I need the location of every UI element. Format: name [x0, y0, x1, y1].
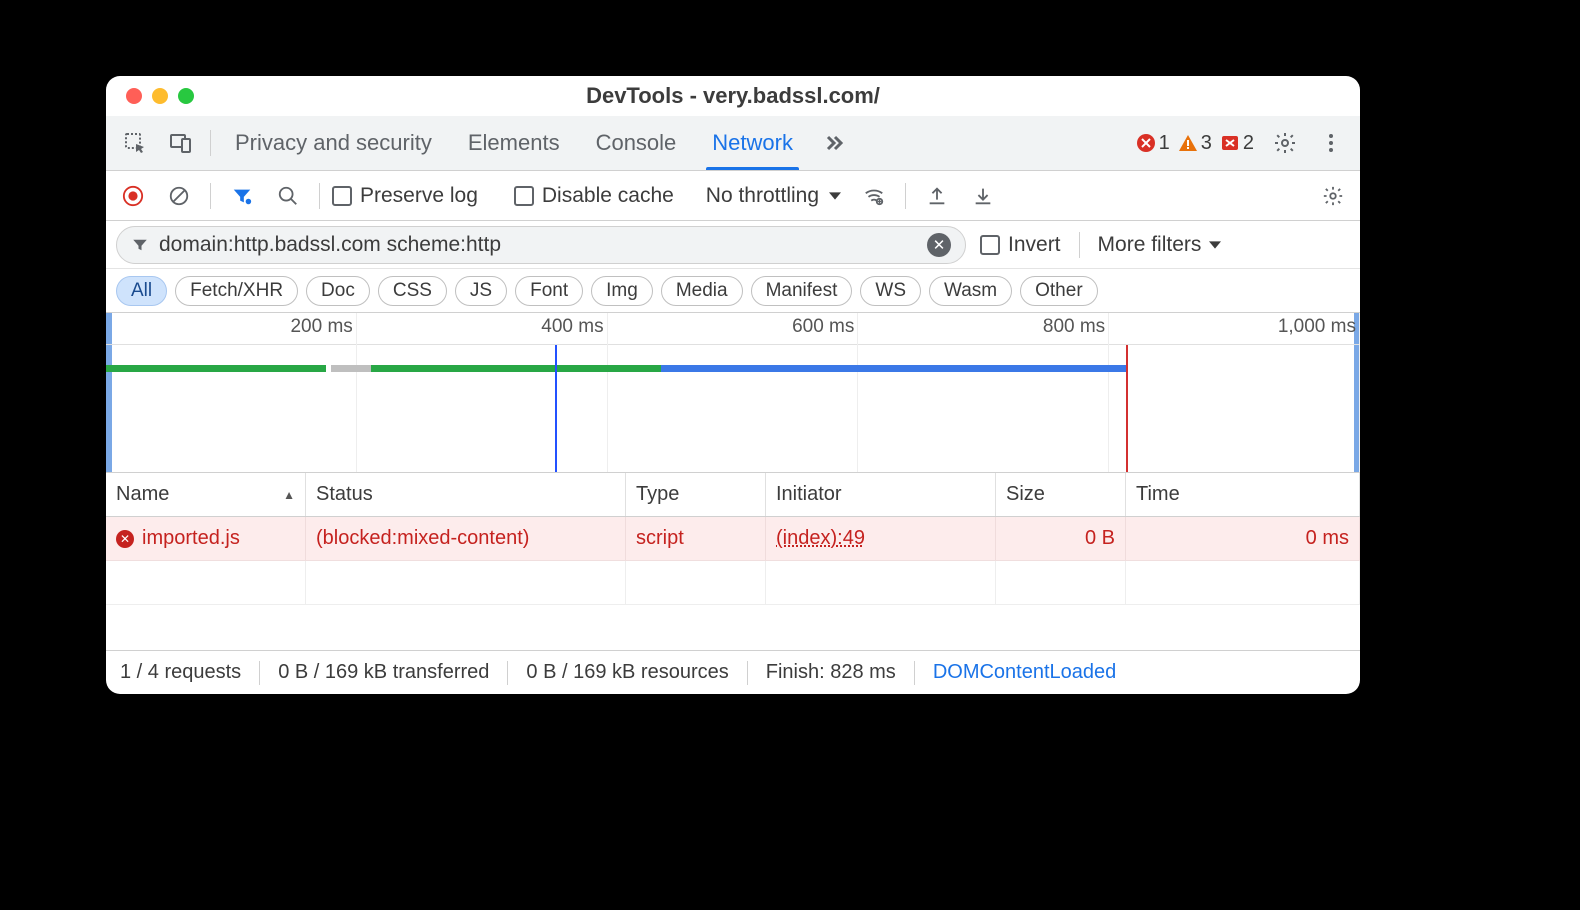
status-finish: Finish: 828 ms	[766, 661, 896, 684]
request-status: (blocked:mixed-content)	[306, 517, 626, 560]
overview-ticks: 200 ms400 ms600 ms800 ms1,000 ms	[106, 313, 1360, 345]
warnings-badge[interactable]: 3	[1178, 132, 1212, 155]
throttling-select[interactable]: No throttling	[700, 184, 847, 208]
filter-toggle[interactable]	[223, 177, 261, 215]
status-bar: 1 / 4 requests 0 B / 169 kB transferred …	[106, 650, 1360, 694]
col-time[interactable]: Time	[1126, 473, 1360, 516]
filter-chip-font[interactable]: Font	[515, 276, 583, 306]
more-menu-icon[interactable]	[1310, 123, 1352, 163]
tab-network[interactable]: Network	[696, 116, 809, 170]
preserve-log-checkbox[interactable]: Preserve log	[332, 184, 478, 208]
filter-chip-doc[interactable]: Doc	[306, 276, 370, 306]
export-har-icon[interactable]	[918, 177, 956, 215]
filter-chip-css[interactable]: CSS	[378, 276, 447, 306]
request-name: imported.js	[142, 527, 240, 550]
table-body: ✕ imported.js (blocked:mixed-content) sc…	[106, 517, 1360, 650]
network-toolbar: Preserve log Disable cache No throttling	[106, 171, 1360, 221]
request-type: script	[626, 517, 766, 560]
clear-filter-icon[interactable]: ✕	[927, 233, 951, 257]
col-initiator[interactable]: Initiator	[766, 473, 996, 516]
filter-chip-ws[interactable]: WS	[860, 276, 921, 306]
device-toolbar-icon[interactable]	[160, 123, 202, 163]
more-filters-dropdown[interactable]: More filters	[1098, 233, 1222, 257]
filter-chip-all[interactable]: All	[116, 276, 167, 306]
load-marker	[1126, 345, 1128, 472]
issues-badge[interactable]: 2	[1220, 132, 1254, 155]
filter-chip-fetchxhr[interactable]: Fetch/XHR	[175, 276, 298, 306]
disable-cache-checkbox[interactable]: Disable cache	[514, 184, 674, 208]
error-icon: ✕	[116, 530, 134, 548]
resource-type-filters: All Fetch/XHR Doc CSS JS Font Img Media Manifest…	[106, 269, 1360, 313]
inspect-element-icon[interactable]	[114, 123, 156, 163]
tab-elements[interactable]: Elements	[452, 116, 576, 170]
status-transferred: 0 B / 169 kB transferred	[278, 661, 489, 684]
record-button[interactable]	[114, 177, 152, 215]
network-settings-icon[interactable]	[1314, 177, 1352, 215]
issues-count: 2	[1243, 132, 1254, 155]
table-row[interactable]: ✕ imported.js (blocked:mixed-content) sc…	[106, 517, 1360, 561]
errors-count: 1	[1159, 132, 1170, 155]
devtools-window: DevTools - very.badssl.com/ Privacy and …	[106, 76, 1360, 694]
funnel-icon	[131, 236, 149, 254]
filter-chip-other[interactable]: Other	[1020, 276, 1098, 306]
request-initiator[interactable]: (index):49	[776, 527, 865, 550]
tabs-overflow-icon[interactable]	[813, 123, 855, 163]
import-har-icon[interactable]	[964, 177, 1002, 215]
status-requests: 1 / 4 requests	[120, 661, 241, 684]
col-size[interactable]: Size	[996, 473, 1126, 516]
filter-chip-img[interactable]: Img	[591, 276, 653, 306]
requests-table: Name▲ Status Type Initiator Size Time ✕ …	[106, 473, 1360, 650]
request-time: 0 ms	[1126, 517, 1360, 560]
table-header: Name▲ Status Type Initiator Size Time	[106, 473, 1360, 517]
overview-waterfall	[106, 365, 1360, 379]
col-status[interactable]: Status	[306, 473, 626, 516]
table-row-empty	[106, 561, 1360, 605]
clear-button[interactable]	[160, 177, 198, 215]
filter-chip-js[interactable]: JS	[455, 276, 507, 306]
filter-chip-wasm[interactable]: Wasm	[929, 276, 1012, 306]
console-badges[interactable]: 1 3 2	[1136, 132, 1260, 155]
filter-input[interactable]: domain:http.badssl.com scheme:http ✕	[116, 226, 966, 264]
request-size: 0 B	[996, 517, 1126, 560]
main-tabbar: Privacy and security Elements Console Ne…	[106, 116, 1360, 171]
settings-icon[interactable]	[1264, 123, 1306, 163]
domcontentloaded-marker	[555, 345, 557, 472]
invert-checkbox[interactable]: Invert	[980, 233, 1061, 257]
timeline-overview[interactable]: 200 ms400 ms600 ms800 ms1,000 ms	[106, 313, 1360, 473]
col-name[interactable]: Name▲	[106, 473, 306, 516]
warnings-count: 3	[1201, 132, 1212, 155]
window-titlebar: DevTools - very.badssl.com/	[106, 76, 1360, 116]
network-conditions-icon[interactable]	[855, 177, 893, 215]
filter-bar: domain:http.badssl.com scheme:http ✕ Inv…	[106, 221, 1360, 269]
tab-privacy-security[interactable]: Privacy and security	[219, 116, 448, 170]
errors-badge[interactable]: 1	[1136, 132, 1170, 155]
status-dcl[interactable]: DOMContentLoaded	[933, 661, 1116, 684]
status-resources: 0 B / 169 kB resources	[526, 661, 728, 684]
filter-chip-media[interactable]: Media	[661, 276, 743, 306]
filter-chip-manifest[interactable]: Manifest	[751, 276, 853, 306]
filter-query-text: domain:http.badssl.com scheme:http	[159, 233, 501, 257]
window-title: DevTools - very.badssl.com/	[106, 83, 1360, 109]
search-button[interactable]	[269, 177, 307, 215]
col-type[interactable]: Type	[626, 473, 766, 516]
tab-console[interactable]: Console	[580, 116, 693, 170]
